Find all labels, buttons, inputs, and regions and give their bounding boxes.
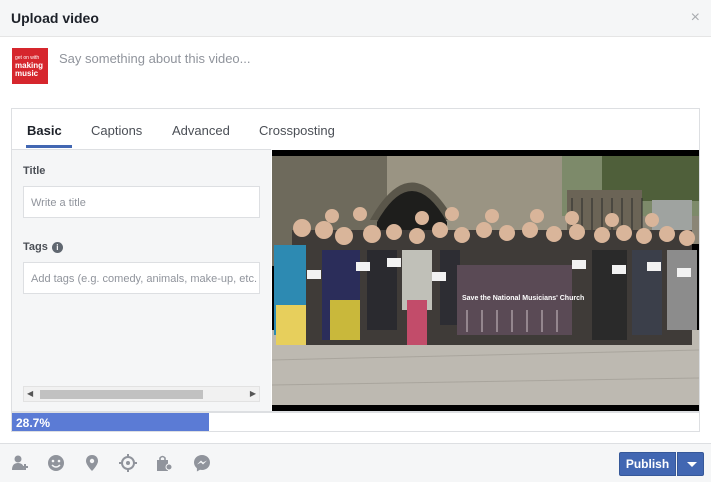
target-icon[interactable] bbox=[119, 454, 137, 472]
video-details-panel: Basic Captions Advanced Crossposting Tit… bbox=[11, 108, 700, 412]
chevron-down-icon bbox=[687, 462, 697, 467]
logo-text-line-3: music bbox=[15, 69, 39, 78]
tab-advanced[interactable]: Advanced bbox=[172, 123, 230, 138]
tags-input[interactable]: Add tags (e.g. comedy, animals, make-up,… bbox=[23, 262, 260, 294]
info-icon[interactable]: i bbox=[51, 241, 63, 253]
dialog-title: Upload video bbox=[11, 10, 99, 26]
page-avatar: get on with making music bbox=[12, 48, 48, 84]
video-thumbnail-image: Save the National Musicians' Church bbox=[272, 150, 699, 411]
tag-people-icon[interactable] bbox=[11, 454, 29, 472]
horizontal-scrollbar[interactable]: ◀ ▶ bbox=[23, 386, 260, 402]
tab-bar: Basic Captions Advanced Crossposting bbox=[12, 109, 699, 149]
publish-button[interactable]: Publish bbox=[619, 452, 676, 476]
tab-basic[interactable]: Basic bbox=[27, 123, 62, 138]
upload-progress-label: 28.7% bbox=[16, 416, 51, 430]
location-icon[interactable] bbox=[83, 454, 101, 472]
tags-label-row: Tags i bbox=[23, 241, 63, 253]
upload-progress-bar: 28.7% bbox=[11, 412, 700, 432]
tab-captions[interactable]: Captions bbox=[91, 123, 142, 138]
scroll-thumb[interactable] bbox=[40, 390, 203, 399]
scroll-right-arrow-icon[interactable]: ▶ bbox=[250, 389, 256, 398]
dialog-footer: Publish bbox=[0, 443, 711, 482]
dialog-header: Upload video × bbox=[0, 0, 711, 37]
active-tab-indicator bbox=[26, 145, 72, 148]
tab-crossposting[interactable]: Crossposting bbox=[259, 123, 335, 138]
banner-text: Save the National Musicians' Church bbox=[462, 295, 584, 302]
composer: get on with making music Say something a… bbox=[0, 37, 711, 100]
video-preview[interactable]: Save the National Musicians' Church bbox=[272, 150, 699, 411]
feeling-icon[interactable] bbox=[47, 454, 65, 472]
scroll-left-arrow-icon[interactable]: ◀ bbox=[27, 389, 33, 398]
publish-options-button[interactable] bbox=[677, 452, 704, 476]
close-icon[interactable]: × bbox=[691, 9, 700, 27]
basic-form: Title Write a title Tags i Add tags (e.g.… bbox=[12, 149, 271, 411]
description-input[interactable]: Say something about this video... bbox=[59, 51, 659, 66]
tags-label: Tags bbox=[23, 241, 48, 253]
shopping-icon[interactable] bbox=[155, 454, 173, 472]
messenger-icon[interactable] bbox=[193, 454, 211, 472]
title-input[interactable]: Write a title bbox=[23, 186, 260, 218]
title-label: Title bbox=[23, 165, 46, 177]
